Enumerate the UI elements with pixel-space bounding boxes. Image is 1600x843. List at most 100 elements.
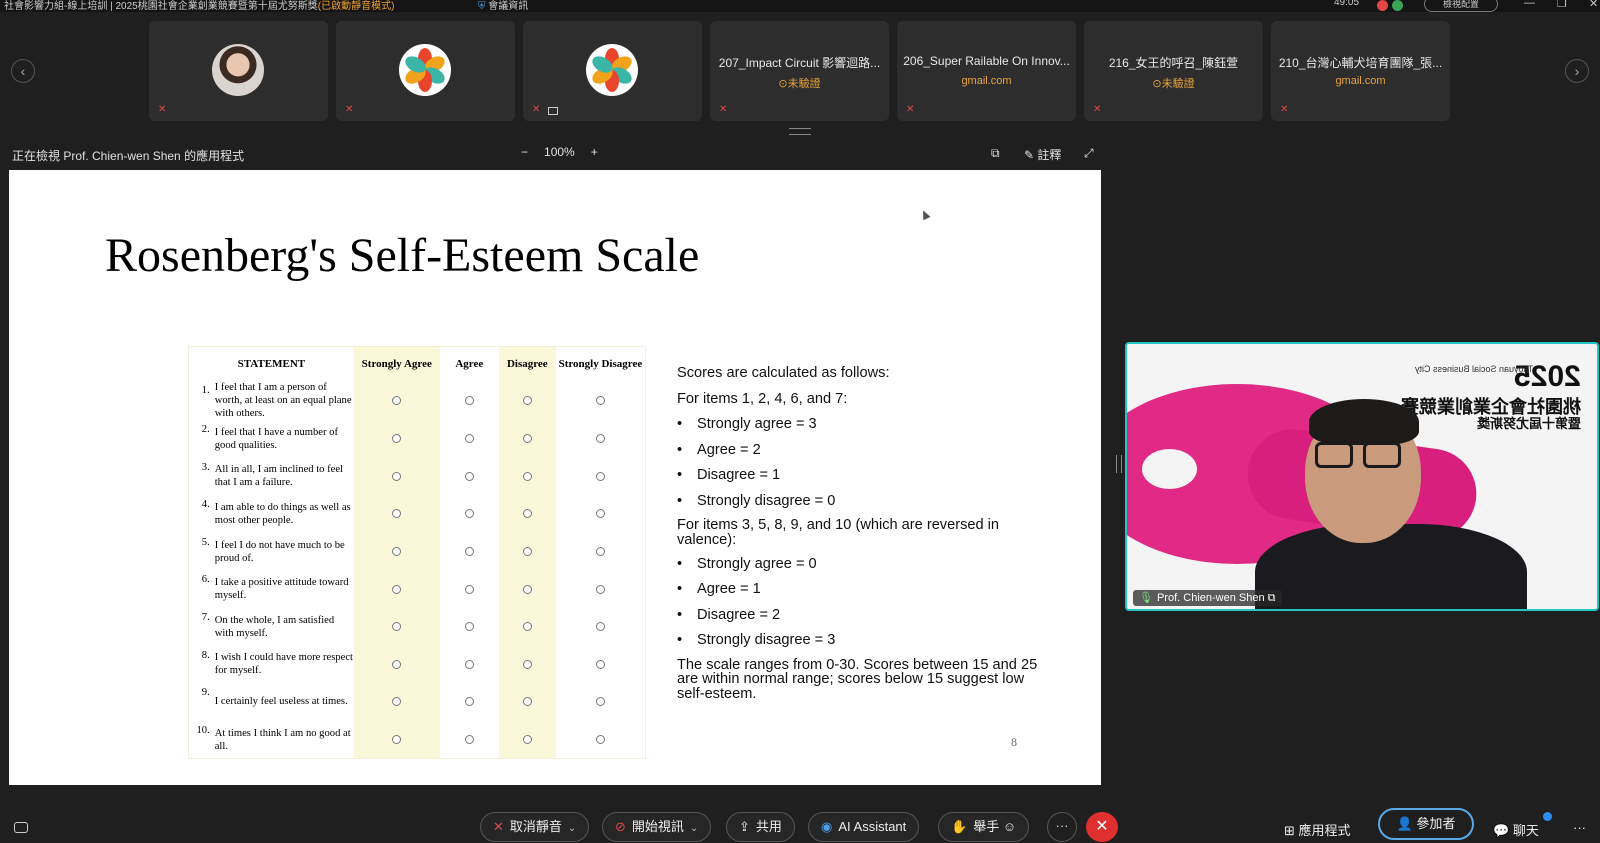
participant-logo	[586, 44, 638, 96]
group1-label: For items 1, 2, 4, 6, and 7:	[677, 390, 848, 407]
scale-table: STATEMENT Strongly Agree Agree Disagree …	[188, 346, 646, 760]
score-item: Strongly disagree = 0	[677, 493, 1052, 510]
option-cell-strongly-agree	[353, 683, 440, 721]
window-title: 社會影響力組-線上培訓 | 2025桃園社會企業創業競賽暨第十屆尤努斯獎(已啟動…	[4, 1, 395, 12]
option-cell-strongly-agree	[353, 645, 440, 684]
row-number: 2.	[188, 420, 210, 458]
radio-option-strongly-agree	[392, 584, 402, 594]
chevron-down-icon[interactable]: ⌄	[690, 823, 698, 834]
participant-thumbnail[interactable]: 207_Impact Circuit 影響迴路... ⊙未驗證 ✕	[710, 21, 889, 121]
radio-option-strongly-disagree	[595, 396, 605, 405]
row-statement: I feel that I am a person of worth, at l…	[209, 381, 354, 420]
score-item: Disagree = 1	[677, 467, 1052, 484]
zoom-out-button[interactable]: −	[521, 145, 528, 159]
radio-option-strongly-agree	[392, 471, 402, 481]
participant-thumbnail[interactable]: 216_女王的呼召_陳鈺萱 ⊙未驗證 ✕	[1084, 21, 1263, 121]
participant-thumbnail[interactable]: ✕	[149, 21, 328, 121]
option-cell-strongly-agree	[353, 381, 440, 420]
radio-option-agree	[464, 735, 474, 745]
option-cell-agree	[439, 457, 499, 496]
pen-icon: ✎	[1024, 148, 1035, 162]
radio-option-agree	[464, 622, 474, 632]
view-options-icon[interactable]: ⧉	[991, 146, 1000, 161]
speaker-body	[1255, 524, 1527, 609]
apps-button[interactable]: ⊞ 應用程式	[1284, 820, 1351, 839]
minimize-icon[interactable]: —	[1524, 0, 1535, 9]
radio-option-strongly-agree	[392, 509, 402, 519]
chat-button[interactable]: 💬 聊天	[1493, 820, 1539, 839]
radio-option-strongly-agree	[392, 622, 402, 632]
panel-splitter[interactable]	[1116, 455, 1122, 473]
view-layout-button[interactable]: 檢視配置	[1424, 0, 1498, 12]
annotate-button[interactable]: ✎ 註釋	[1024, 146, 1061, 163]
person-icon: 👤	[1396, 816, 1413, 831]
zoom-level: 100%	[544, 145, 575, 159]
radio-option-disagree	[522, 584, 532, 594]
radio-option-disagree	[522, 735, 532, 745]
speaker-hair	[1309, 399, 1419, 445]
row-number: 7.	[188, 607, 210, 646]
score-item: Strongly disagree = 3	[677, 632, 1052, 649]
restore-icon[interactable]: ❐	[1557, 0, 1567, 10]
header-strongly-disagree: Strongly Disagree	[555, 346, 646, 381]
mic-muted-icon: ✕	[158, 104, 167, 115]
option-cell-disagree	[498, 381, 556, 420]
strip-next-button[interactable]: ›	[1565, 59, 1589, 83]
notification-badge	[1543, 812, 1552, 821]
row-number: 6.	[188, 570, 210, 608]
meeting-info-link[interactable]: ⛨ 會議資訊	[478, 0, 528, 12]
window-title-bar: 社會影響力組-線上培訓 | 2025桃園社會企業創業競賽暨第十屆尤努斯獎(已啟動…	[0, 0, 1600, 12]
mic-muted-icon: ✕	[532, 104, 541, 115]
option-cell-agree	[439, 420, 499, 458]
participants-button[interactable]: 👤 參加者	[1378, 808, 1474, 840]
radio-option-strongly-disagree	[595, 509, 605, 519]
option-cell-agree	[439, 607, 499, 646]
option-cell-strongly-agree	[353, 570, 440, 608]
radio-option-disagree	[522, 471, 532, 481]
table-row: 5. I feel I do not have much to be proud …	[188, 532, 646, 571]
chevron-down-icon[interactable]: ⌄	[568, 823, 576, 834]
radio-option-agree	[464, 584, 474, 594]
group2-label: For items 3, 5, 8, 9, and 10 (which are …	[677, 517, 1000, 548]
option-cell-strongly-disagree	[555, 495, 646, 533]
option-cell-agree	[439, 381, 499, 420]
overflow-icon[interactable]: ···	[1573, 820, 1586, 835]
strip-prev-button[interactable]: ‹	[11, 59, 35, 83]
radio-option-disagree	[522, 697, 532, 707]
connection-indicator	[1392, 0, 1403, 11]
option-cell-agree	[439, 495, 499, 533]
radio-option-strongly-disagree	[595, 547, 605, 557]
reaction-icon[interactable]: ☺	[1003, 819, 1016, 834]
row-statement: I feel I do not have much to be proud of…	[209, 532, 354, 571]
participant-name: 210_台灣心輔犬培育團隊_張...	[1278, 56, 1443, 70]
participant-thumbnail[interactable]: ✕	[336, 21, 515, 121]
screen-share-icon	[548, 107, 558, 115]
row-statement: I am able to do things as well as most o…	[209, 495, 354, 533]
option-cell-strongly-agree	[353, 720, 440, 759]
participant-thumbnail[interactable]: ✕	[523, 21, 702, 121]
slide-title: Rosenberg's Self-Esteem Scale	[105, 229, 700, 282]
speaker-video[interactable]: 2025 Taoyuan Social Business City 桃園社會企業…	[1125, 342, 1599, 611]
viewing-label: 正在檢視 Prof. Chien-wen Shen 的應用程式	[12, 149, 245, 163]
radio-option-strongly-disagree	[595, 659, 605, 669]
shared-slide: Rosenberg's Self-Esteem Scale STATEMENT …	[9, 170, 1101, 785]
strip-resize-handle[interactable]	[789, 128, 811, 135]
background-subtitle: Taoyuan Social Business City	[1414, 364, 1533, 374]
zoom-in-button[interactable]: +	[591, 145, 598, 159]
mic-muted-icon: ✕	[345, 104, 354, 115]
radio-option-strongly-agree	[392, 659, 402, 669]
score-item: Strongly agree = 3	[677, 416, 1052, 433]
participant-logo	[399, 44, 451, 96]
participant-thumbnail[interactable]: 206_Super Railable On Innov... gmail.com…	[897, 21, 1076, 121]
scores-intro: Scores are calculated as follows:	[677, 365, 890, 381]
close-icon[interactable]: ✕	[1589, 0, 1598, 10]
radio-option-strongly-agree	[392, 735, 402, 745]
radio-option-agree	[464, 434, 474, 444]
header-agree: Agree	[439, 346, 499, 381]
option-cell-strongly-disagree	[555, 381, 646, 420]
radio-option-strongly-agree	[392, 396, 402, 405]
fullscreen-icon[interactable]: ⤢	[1084, 146, 1094, 161]
option-cell-strongly-disagree	[555, 570, 646, 608]
participant-thumbnail[interactable]: 210_台灣心輔犬培育團隊_張... gmail.com ✕	[1271, 21, 1450, 121]
chat-bubble-icon[interactable]	[14, 822, 28, 833]
